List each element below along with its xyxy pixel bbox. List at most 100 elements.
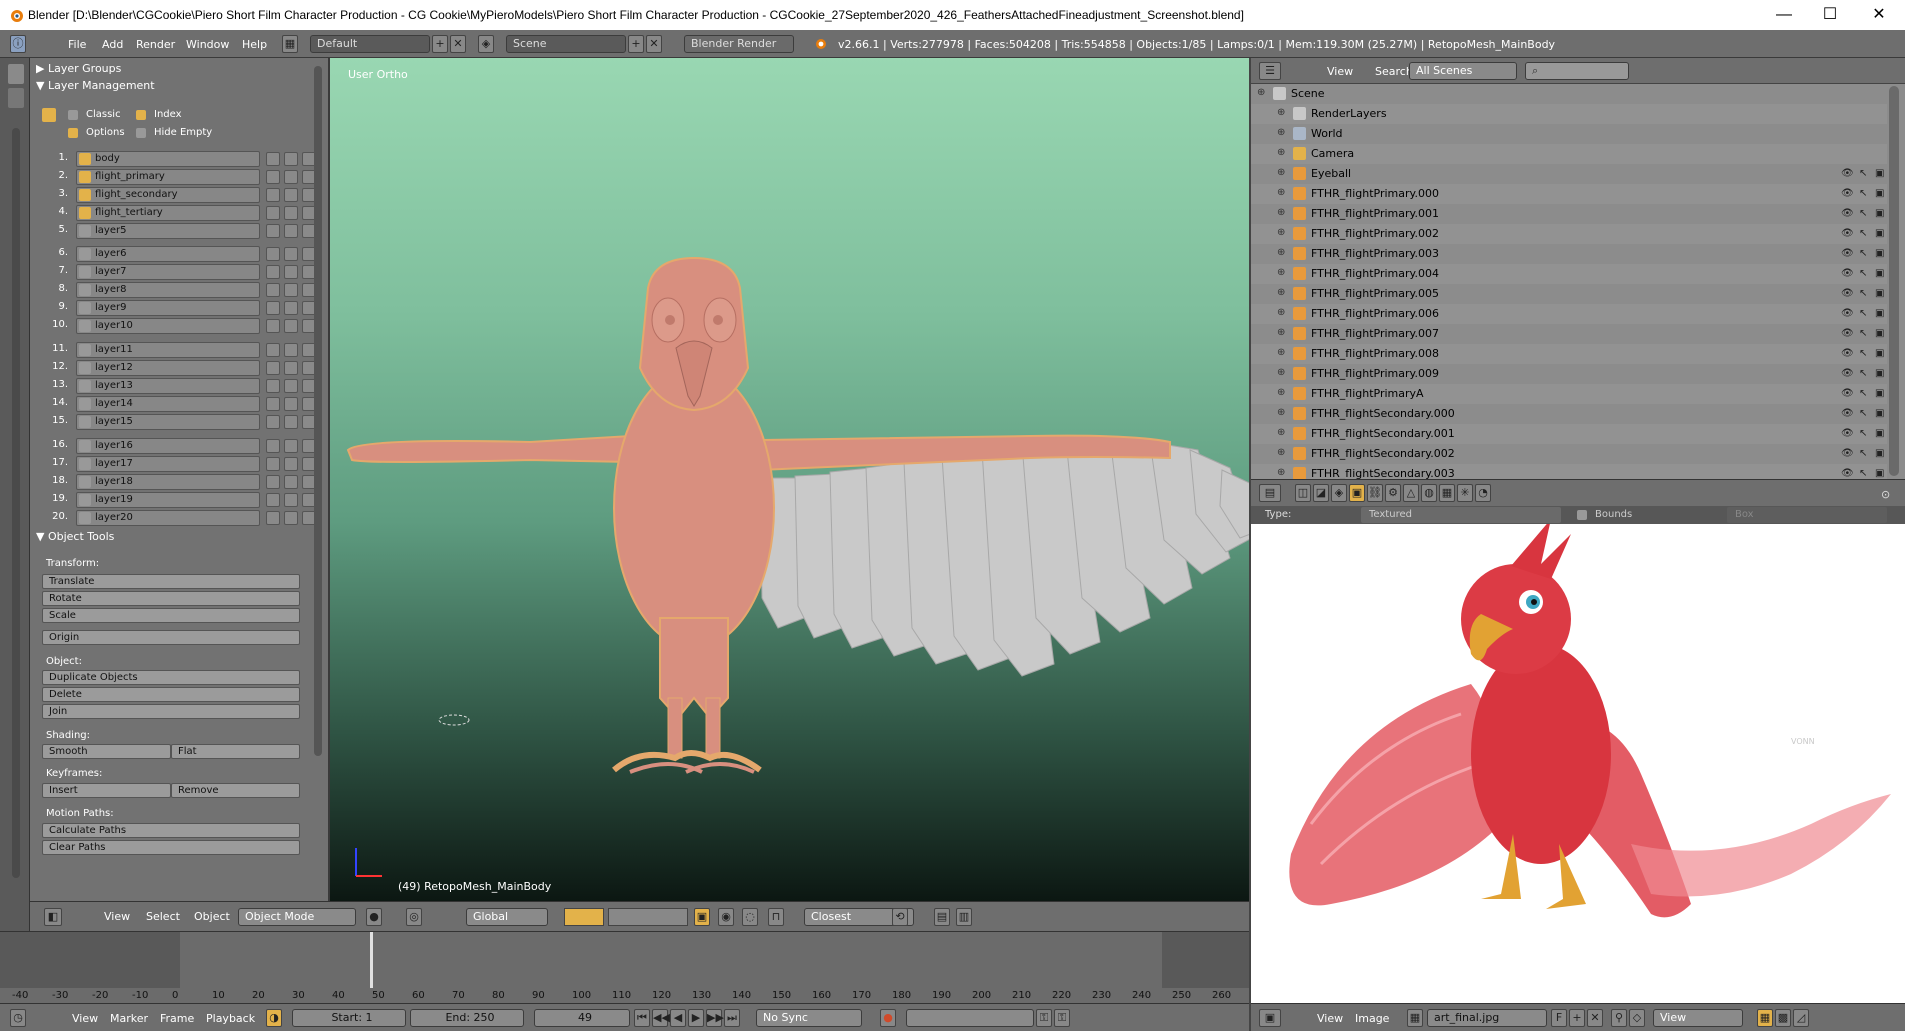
outliner-item[interactable]: ⊕ FTHR_flightPrimary.007 👁 ↖ ▣	[1251, 324, 1887, 344]
outliner-filter-select[interactable]: All Scenes	[1409, 62, 1517, 80]
layer-select-icon[interactable]	[266, 511, 280, 525]
layer-visibility-icon[interactable]	[79, 344, 91, 356]
bird-model[interactable]	[330, 58, 1249, 901]
marker-menu[interactable]: Marker	[110, 1012, 148, 1025]
outliner-item[interactable]: ⊕ Eyeball 👁 ↖ ▣	[1251, 164, 1887, 184]
layer-visibility-icon[interactable]	[79, 248, 91, 260]
layer-row[interactable]: 4. flight_tertiary	[40, 205, 330, 221]
selectability-icon[interactable]: ↖	[1859, 288, 1867, 299]
mode-select[interactable]: Object Mode	[238, 908, 356, 926]
translate-button[interactable]: Translate	[42, 574, 300, 589]
outliner-item[interactable]: ⊕ FTHR_flightPrimary.006 👁 ↖ ▣	[1251, 304, 1887, 324]
outliner-item[interactable]: ⊕ FTHR_flightSecondary.003 👁 ↖ ▣	[1251, 464, 1887, 479]
layer-name-field[interactable]: layer20	[76, 510, 260, 526]
layer-lock-icon[interactable]	[284, 415, 298, 429]
outliner-item[interactable]: ⊕ FTHR_flightPrimary.001 👁 ↖ ▣	[1251, 204, 1887, 224]
menu-file[interactable]: File	[68, 38, 86, 51]
render-tab-icon[interactable]: ◫	[1295, 484, 1311, 502]
outliner-item-name[interactable]: FTHR_flightPrimary.002	[1311, 227, 1439, 240]
outliner-item-name[interactable]: FTHR_flightPrimary.008	[1311, 347, 1439, 360]
outliner-item[interactable]: ⊕ FTHR_flightPrimary.008 👁 ↖ ▣	[1251, 344, 1887, 364]
layer-lock-icon[interactable]	[284, 152, 298, 166]
layer-select-icon[interactable]	[266, 379, 280, 393]
jump-end-icon[interactable]: ⏭	[724, 1009, 740, 1027]
outliner-item-name[interactable]: FTHR_flightPrimary.009	[1311, 367, 1439, 380]
selectability-icon[interactable]: ↖	[1859, 408, 1867, 419]
layer-row[interactable]: 18. layer18	[40, 474, 330, 490]
prev-key-icon[interactable]: ◀◀	[652, 1009, 670, 1027]
layer-name-field[interactable]: layer11	[76, 342, 260, 358]
outliner-item[interactable]: ⊕ FTHR_flightPrimary.004 👁 ↖ ▣	[1251, 264, 1887, 284]
outliner-item[interactable]: ⊕ FTHR_flightSecondary.002 👁 ↖ ▣	[1251, 444, 1887, 464]
timeline-view-menu[interactable]: View	[72, 1012, 98, 1025]
layer-visibility-icon[interactable]	[79, 320, 91, 332]
editor-type-icon[interactable]: ⓘ	[10, 35, 26, 53]
modifiers-tab-icon[interactable]: ⚙	[1385, 484, 1401, 502]
display-rgba-icon[interactable]: ▦	[1757, 1009, 1773, 1027]
scene-field[interactable]: Scene	[506, 35, 626, 53]
layer-visibility-icon[interactable]	[79, 440, 91, 452]
expand-icon[interactable]: ⊕	[1277, 387, 1285, 398]
layer-name-field[interactable]: layer9	[76, 300, 260, 316]
opengl-anim-icon[interactable]: ▥	[956, 908, 972, 926]
layer-buttons[interactable]	[564, 908, 604, 926]
selectability-icon[interactable]: ↖	[1859, 168, 1867, 179]
screen-layout-icon[interactable]: ▦	[282, 35, 298, 53]
jump-start-icon[interactable]: ⏮	[634, 1009, 650, 1027]
selectability-icon[interactable]: ↖	[1859, 328, 1867, 339]
layer-name-field[interactable]: layer7	[76, 264, 260, 280]
renderability-icon[interactable]: ▣	[1875, 208, 1884, 219]
outliner-item[interactable]: ⊕ FTHR_flightPrimary.000 👁 ↖ ▣	[1251, 184, 1887, 204]
expand-icon[interactable]: ⊕	[1277, 267, 1285, 278]
layer-lock-icon[interactable]	[284, 301, 298, 315]
image-menu[interactable]: Image	[1355, 1012, 1389, 1025]
particles-tab-icon[interactable]: ✳	[1457, 484, 1473, 502]
layer-lock-icon[interactable]	[284, 457, 298, 471]
layer-select-icon[interactable]	[266, 283, 280, 297]
visibility-eye-icon[interactable]: 👁	[1841, 368, 1854, 379]
material-tab-icon[interactable]: ◍	[1421, 484, 1437, 502]
selectability-icon[interactable]: ↖	[1859, 428, 1867, 439]
layer-lock-icon[interactable]	[284, 224, 298, 238]
layer-name-field[interactable]: layer8	[76, 282, 260, 298]
expand-icon[interactable]: ⊕	[1277, 207, 1285, 218]
selectability-icon[interactable]: ↖	[1859, 448, 1867, 459]
fake-user-toggle[interactable]: F	[1551, 1009, 1567, 1027]
layer-select-icon[interactable]	[266, 319, 280, 333]
renderability-icon[interactable]: ▣	[1875, 408, 1884, 419]
layer-name-field[interactable]: body	[76, 151, 260, 167]
delete-key-icon[interactable]: ⚿	[1054, 1009, 1070, 1027]
layer-row[interactable]: 10. layer10	[40, 318, 330, 334]
renderability-icon[interactable]: ▣	[1875, 388, 1884, 399]
expand-icon[interactable]: ⊕	[1277, 167, 1285, 178]
outliner-item-name[interactable]: FTHR_flightPrimary.001	[1311, 207, 1439, 220]
outliner-item-name[interactable]: FTHR_flightPrimary.000	[1311, 187, 1439, 200]
layer-row[interactable]: 13. layer13	[40, 378, 330, 394]
layer-select-icon[interactable]	[266, 301, 280, 315]
screen-layout-field[interactable]: Default	[310, 35, 430, 53]
layer-lock-icon[interactable]	[284, 206, 298, 220]
playhead[interactable]	[370, 932, 373, 988]
visibility-eye-icon[interactable]: 👁	[1841, 228, 1854, 239]
remove-scene-button[interactable]: ✕	[646, 35, 662, 53]
selectability-icon[interactable]: ↖	[1859, 308, 1867, 319]
selectability-icon[interactable]: ↖	[1859, 248, 1867, 259]
image-name-field[interactable]: art_final.jpg	[1427, 1009, 1547, 1027]
timeline[interactable]: -40 -30 -20 -10 0 10 20 30 40 50 60 70 80 90 100 110 120…	[0, 931, 1249, 1003]
delete-button[interactable]: Delete	[42, 687, 300, 702]
duplicate-objects-button[interactable]: Duplicate Objects	[42, 670, 300, 685]
outliner-item-name[interactable]: FTHR_flightSecondary.003	[1311, 467, 1455, 479]
layer-row[interactable]: 17. layer17	[40, 456, 330, 472]
render-engine-select[interactable]: Blender Render	[684, 35, 794, 53]
layer-row[interactable]: 2. flight_primary	[40, 169, 330, 185]
menu-help[interactable]: Help	[242, 38, 267, 51]
renderability-icon[interactable]: ▣	[1875, 288, 1884, 299]
snap-icon[interactable]: ⊓	[768, 908, 784, 926]
view-menu[interactable]: View	[104, 910, 130, 923]
insert-key-icon[interactable]: ⚿	[1036, 1009, 1052, 1027]
close-button[interactable]: ✕	[1856, 0, 1902, 30]
layer-row[interactable]: 14. layer14	[40, 396, 330, 412]
outliner-item-name[interactable]: FTHR_flightSecondary.001	[1311, 427, 1455, 440]
layer-select-icon[interactable]	[266, 361, 280, 375]
layer-visibility-icon[interactable]	[79, 398, 91, 410]
